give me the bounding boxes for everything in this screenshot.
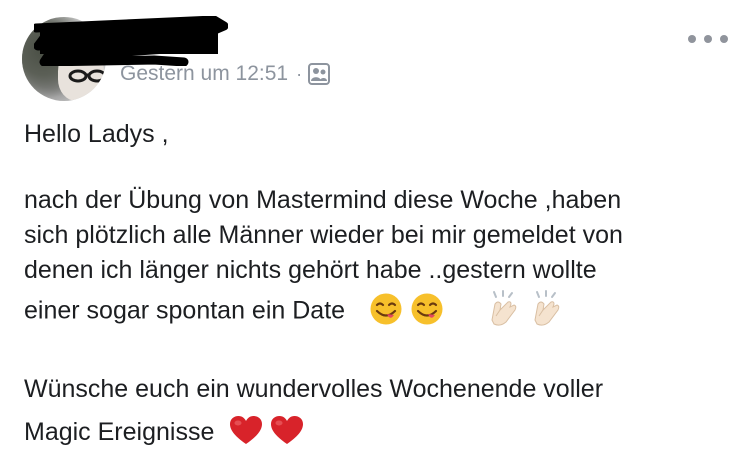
post-line-with-emojis: einer sogar spontan ein Date: [24, 290, 623, 328]
post-paragraph-closing: Wünsche euch ein wundervolles Wochenende…: [24, 372, 603, 450]
red-heart-emoji: [270, 415, 304, 445]
post-line: sich plötzlich alle Männer wieder bei mi…: [24, 221, 623, 249]
post-paragraph-main: nach der Übung von Mastermind diese Woch…: [24, 183, 623, 328]
post-line: nach der Übung von Mastermind diese Woch…: [24, 186, 622, 214]
red-heart-emoji: [229, 415, 263, 445]
redacted-author-name[interactable]: [34, 16, 228, 66]
face-savoring-food-emoji: [410, 292, 444, 326]
clapping-hands-emoji: [529, 290, 565, 328]
face-savoring-food-emoji: [369, 292, 403, 326]
post-line-with-emojis: Magic Ereignisse: [24, 415, 603, 450]
post-meta: Gestern um 12:51 ·: [120, 60, 331, 88]
post-line: Wünsche euch ein wundervolles Wochenende…: [24, 375, 604, 403]
post-greeting: Hello Ladys ,: [24, 120, 169, 148]
post-timestamp[interactable]: Gestern um 12:51: [120, 62, 288, 86]
clapping-hands-emoji: [486, 290, 522, 328]
post-line: denen ich länger nichts gehört habe ..ge…: [24, 256, 597, 284]
meta-separator: ·: [296, 63, 303, 84]
facebook-post: Gestern um 12:51 · Hello Ladys , nach de…: [0, 0, 750, 468]
friends-icon[interactable]: [308, 63, 331, 85]
more-options-icon[interactable]: [688, 30, 728, 48]
avatar-glasses: [68, 69, 106, 83]
